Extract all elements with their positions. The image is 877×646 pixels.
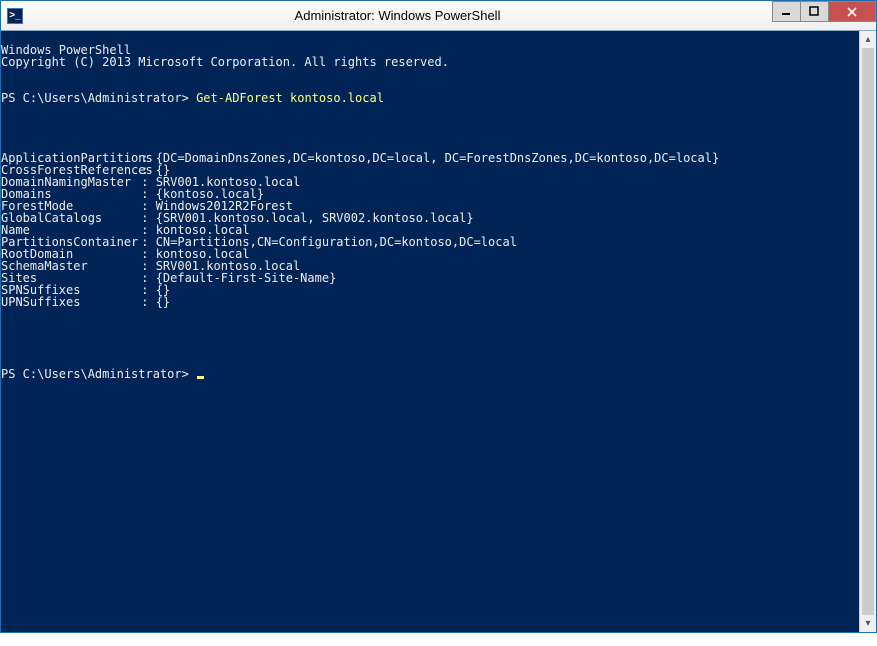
scroll-track[interactable]	[860, 48, 876, 615]
output-row: GlobalCatalogs : {SRV001.kontoso.local, …	[1, 212, 859, 224]
prompt-2: PS C:\Users\Administrator>	[1, 367, 196, 381]
output-key: UPNSuffixes	[1, 296, 134, 308]
blank-line	[1, 344, 859, 356]
cursor	[197, 376, 204, 379]
blank-line	[1, 104, 859, 116]
scroll-down-arrow-icon[interactable]: ▾	[860, 615, 876, 632]
output-value: {}	[156, 295, 170, 309]
output-row: UPNSuffixes : {}	[1, 296, 859, 308]
minimize-icon	[781, 6, 792, 17]
output-value: {Default-First-Site-Name}	[156, 271, 337, 285]
maximize-button[interactable]	[800, 1, 829, 22]
powershell-icon-glyph: >_	[9, 10, 20, 21]
minimize-button[interactable]	[772, 1, 801, 22]
banner-line-2: Copyright (C) 2013 Microsoft Corporation…	[1, 55, 449, 69]
output-row: PartitionsContainer : CN=Partitions,CN=C…	[1, 236, 859, 248]
blank-line	[1, 320, 859, 332]
titlebar[interactable]: >_ Administrator: Windows PowerShell	[1, 1, 876, 31]
output-row: SchemaMaster : SRV001.kontoso.local	[1, 260, 859, 272]
terminal[interactable]: Windows PowerShell Copyright (C) 2013 Mi…	[1, 31, 859, 632]
prompt-1: PS C:\Users\Administrator>	[1, 91, 196, 105]
powershell-window: >_ Administrator: Windows PowerShell Win…	[0, 0, 877, 633]
output-block: ApplicationPartitions : {DC=DomainDnsZon…	[1, 152, 859, 308]
output-row: DomainNamingMaster : SRV001.kontoso.loca…	[1, 176, 859, 188]
output-row: Sites : {Default-First-Site-Name}	[1, 272, 859, 284]
close-icon	[846, 6, 858, 18]
window-title: Administrator: Windows PowerShell	[29, 8, 876, 23]
output-row: RootDomain : kontoso.local	[1, 248, 859, 260]
blank-line	[1, 68, 859, 80]
scroll-up-arrow-icon[interactable]: ▴	[860, 31, 876, 48]
output-row: Domains : {kontoso.local}	[1, 188, 859, 200]
maximize-icon	[809, 6, 820, 17]
close-button[interactable]	[828, 1, 876, 22]
output-row: SPNSuffixes : {}	[1, 284, 859, 296]
command-text: Get-ADForest kontoso.local	[196, 91, 384, 105]
terminal-area: Windows PowerShell Copyright (C) 2013 Mi…	[1, 31, 876, 632]
vertical-scrollbar[interactable]: ▴ ▾	[859, 31, 876, 632]
scroll-thumb[interactable]	[862, 48, 874, 615]
output-separator: :	[134, 295, 156, 309]
blank-line	[1, 128, 859, 140]
window-controls	[773, 1, 876, 23]
output-value: {DC=DomainDnsZones,DC=kontoso,DC=local, …	[156, 151, 720, 165]
powershell-icon: >_	[7, 8, 23, 24]
